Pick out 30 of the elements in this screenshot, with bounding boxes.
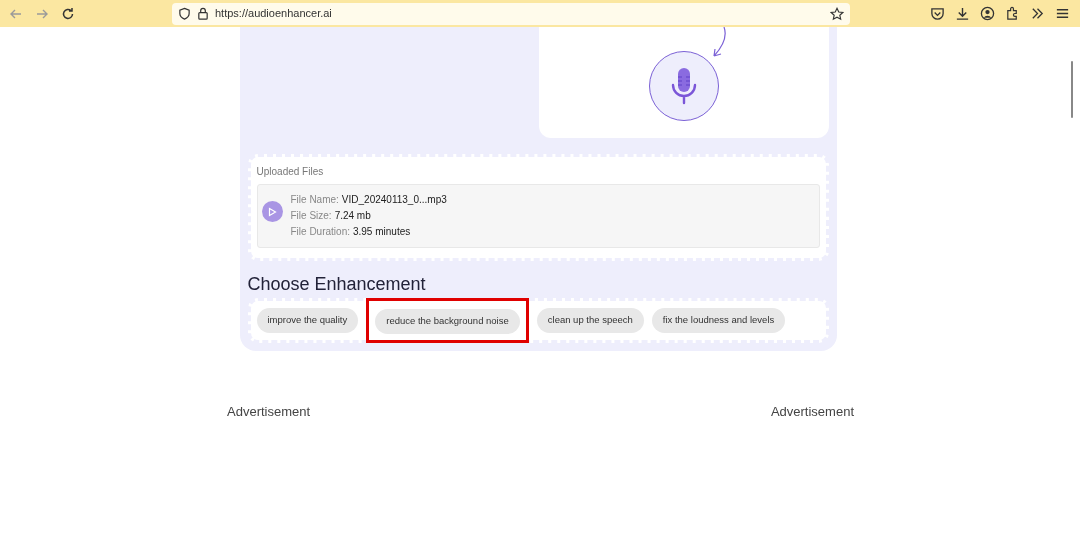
- advertisement-label: Advertisement: [227, 402, 311, 421]
- extensions-icon[interactable]: [1005, 6, 1020, 21]
- play-icon: [267, 206, 277, 217]
- menu-icon[interactable]: [1055, 6, 1070, 21]
- pocket-icon[interactable]: [930, 6, 945, 21]
- overflow-icon[interactable]: [1030, 6, 1045, 21]
- enhancement-option[interactable]: improve the quality: [256, 307, 359, 333]
- star-icon[interactable]: [830, 6, 844, 21]
- address-bar[interactable]: https://audioenhancer.ai: [172, 2, 850, 25]
- url-text: https://audioenhancer.ai: [215, 6, 333, 22]
- reload-icon[interactable]: [60, 5, 76, 22]
- enhancement-option[interactable]: reduce the background noise: [375, 308, 520, 334]
- scrollbar-thumb[interactable]: [1071, 61, 1073, 118]
- field-value: VID_20240113_0...mp3: [341, 193, 447, 207]
- field-label: File Size:: [290, 209, 332, 223]
- curved-arrow-icon: [710, 27, 729, 59]
- field-value: 7.24 mb: [334, 209, 371, 223]
- enhancement-option[interactable]: clean up the speech: [536, 307, 644, 333]
- section-heading: Choose Enhancement: [247, 273, 427, 296]
- field-label: File Name:: [290, 193, 339, 207]
- enhancement-option[interactable]: fix the loudness and levels: [651, 307, 786, 333]
- field-value: 3.95 minutes: [352, 225, 411, 239]
- download-icon[interactable]: [955, 6, 970, 21]
- microphone-icon: [670, 67, 697, 105]
- account-icon[interactable]: [980, 6, 995, 21]
- lock-icon[interactable]: [197, 7, 209, 20]
- field-label: File Duration:: [290, 225, 350, 239]
- section-title: Uploaded Files: [256, 165, 325, 179]
- shield-icon[interactable]: [178, 7, 191, 20]
- advertisement-label: Advertisement: [770, 402, 854, 421]
